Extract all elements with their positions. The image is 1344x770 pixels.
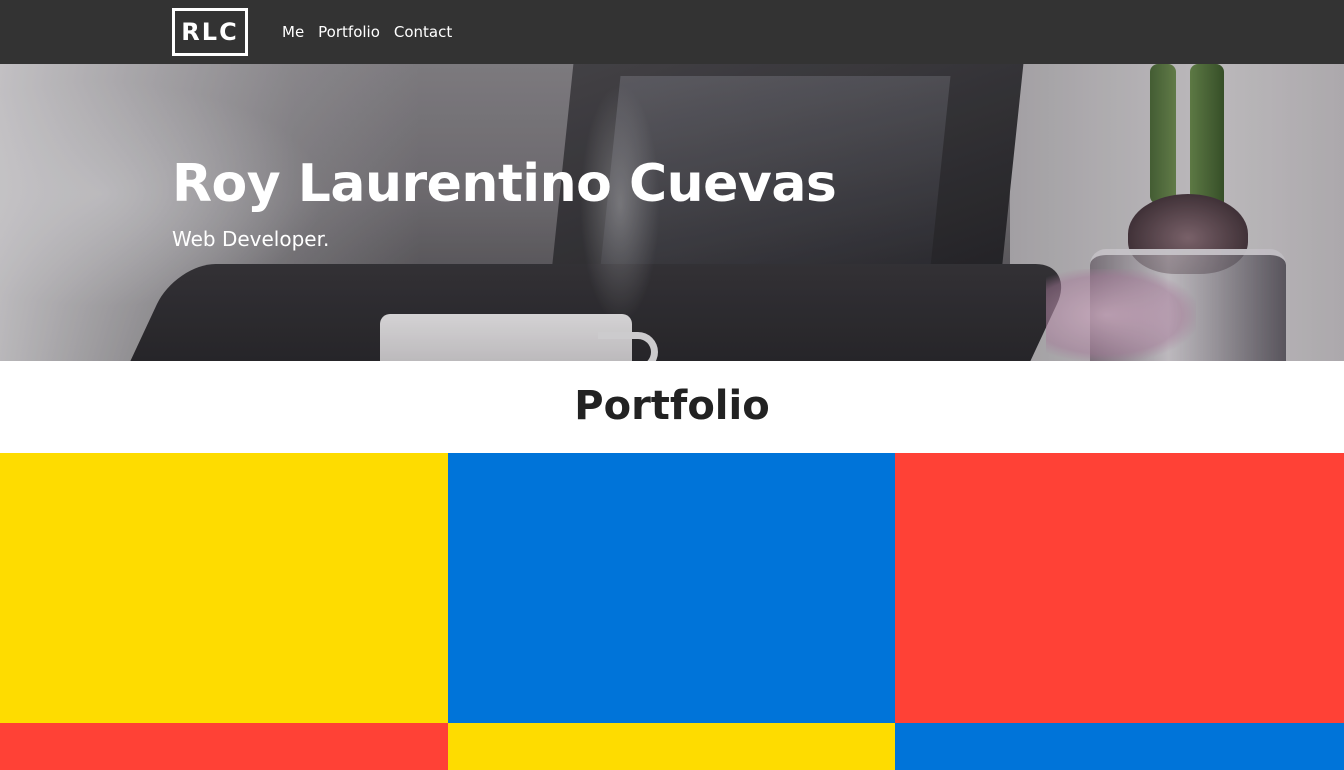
portfolio-tile[interactable] [895,453,1344,723]
portfolio-tile[interactable] [0,723,448,770]
portfolio-tile[interactable] [448,723,895,770]
nav-link-contact[interactable]: Contact [394,23,452,41]
portfolio-tile[interactable] [448,453,895,723]
portfolio-heading: Portfolio [574,383,770,429]
nav-links: Me Portfolio Contact [282,0,466,64]
portfolio-tile[interactable] [0,453,448,723]
hero-subtitle: Web Developer. [172,227,330,251]
top-navbar: RLC Me Portfolio Contact [0,0,1344,64]
hero-banner: Roy Laurentino Cuevas Web Developer. [0,64,1344,361]
nav-link-portfolio[interactable]: Portfolio [318,23,380,41]
logo-link[interactable]: RLC [172,8,248,56]
nav-link-me[interactable]: Me [282,23,304,41]
hero-title: Roy Laurentino Cuevas [172,154,837,214]
portfolio-tile[interactable] [895,723,1344,770]
